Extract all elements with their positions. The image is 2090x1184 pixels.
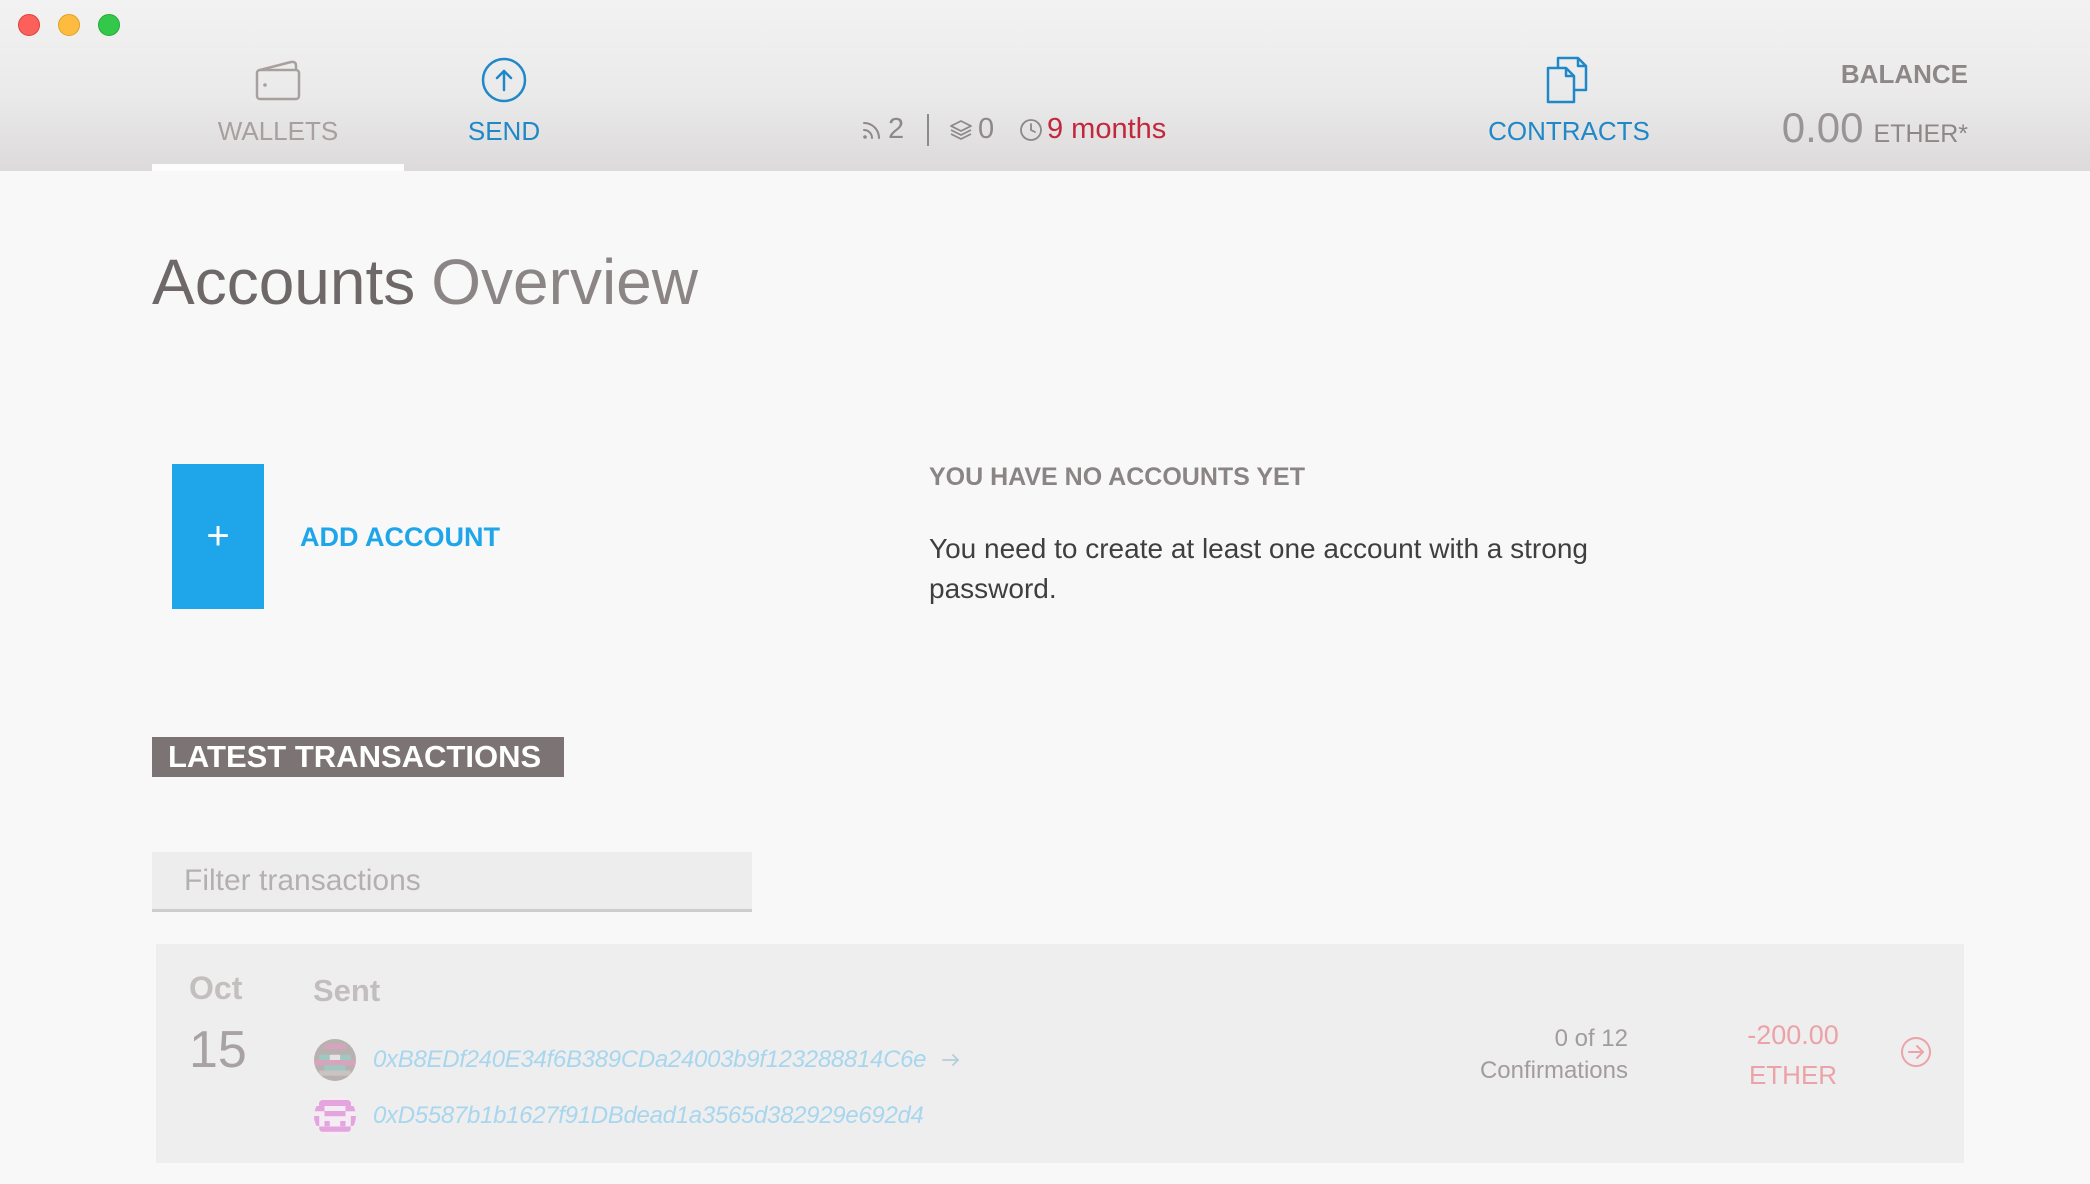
- nav-tab-wallets-label: WALLETS: [217, 116, 339, 146]
- transaction-row[interactable]: Oct 15 Sent 0xB8EDf240E34f6B389CDa24003b…: [156, 944, 1964, 1163]
- transaction-confirmations: 0 of 12 Confirmations: [1480, 1023, 1628, 1087]
- peers-icon: [863, 122, 880, 139]
- window-maximize-button[interactable]: [98, 14, 120, 36]
- to-address-link[interactable]: 0xD5587b1b1627f91DBdead1a3565d382929e692…: [373, 1101, 924, 1131]
- window-close-button[interactable]: [18, 14, 40, 36]
- nav-tab-contracts-label: CONTRACTS: [1488, 116, 1650, 146]
- no-accounts-heading: YOU HAVE NO ACCOUNTS YET: [929, 463, 1305, 491]
- no-accounts-message: You need to create at least one account …: [929, 533, 1588, 604]
- top-navigation: WALLETS SEND 2 0 9 months CONTRACTS BALA…: [0, 0, 2090, 171]
- filter-transactions-input[interactable]: [152, 852, 752, 912]
- arrow-right-icon: [942, 1054, 960, 1066]
- transaction-amount-unit: ETHER: [1748, 1060, 1838, 1090]
- layers-icon: [950, 120, 972, 140]
- peer-count: 2: [888, 113, 905, 145]
- transaction-to: 0xD5587b1b1627f91DBdead1a3565d382929e692…: [314, 1095, 924, 1137]
- nav-tab-send-label: SEND: [467, 116, 541, 146]
- transaction-amount-value: -200.00: [1747, 1020, 1839, 1050]
- confirmations-count: 0 of 12: [1554, 1025, 1628, 1052]
- transaction-from: 0xB8EDf240E34f6B389CDa24003b9f123288814C…: [314, 1039, 960, 1081]
- status-divider: [927, 114, 929, 146]
- balance-summary: BALANCE 0.00 ETHER*: [1782, 58, 1968, 164]
- to-identicon[interactable]: [314, 1095, 356, 1137]
- contracts-icon: [1546, 56, 1588, 104]
- transaction-type: Sent: [313, 973, 381, 1008]
- add-account-plus-icon: +: [172, 464, 264, 609]
- active-tab-indicator: [152, 164, 404, 171]
- page-title: Accounts Overview: [152, 250, 698, 314]
- balance-unit: ETHER*: [1873, 120, 1968, 148]
- balance-label: BALANCE: [1840, 59, 1968, 89]
- nav-tab-wallets[interactable]: WALLETS: [152, 0, 404, 171]
- from-identicon[interactable]: [314, 1039, 356, 1081]
- wallet-icon: [255, 60, 301, 101]
- nav-tab-send[interactable]: SEND: [404, 0, 604, 171]
- confirmations-label: Confirmations: [1479, 1057, 1628, 1084]
- last-block-age: 9 months: [1047, 113, 1167, 145]
- transaction-day: 15: [189, 1021, 247, 1079]
- page-title-light: Overview: [431, 246, 698, 318]
- block-count: 0: [978, 113, 995, 145]
- transaction-amount: -200.00 ETHER: [1713, 1015, 1873, 1095]
- transaction-month: Oct: [189, 970, 243, 1006]
- window-minimize-button[interactable]: [58, 14, 80, 36]
- send-icon: [481, 57, 527, 103]
- balance-amount: 0.00: [1781, 104, 1864, 151]
- clock-icon: [1020, 119, 1042, 141]
- circle-arrow-right-icon[interactable]: [1900, 1036, 1932, 1068]
- add-account-button[interactable]: + ADD ACCOUNT: [172, 464, 512, 609]
- from-address-link[interactable]: 0xB8EDf240E34f6B389CDa24003b9f123288814C…: [373, 1045, 927, 1075]
- page-title-strong: Accounts: [152, 246, 416, 318]
- add-account-label: ADD ACCOUNT: [300, 522, 500, 552]
- balance-value: 0.00 ETHER*: [1782, 102, 1968, 164]
- nav-tab-contracts[interactable]: CONTRACTS: [1469, 0, 1669, 171]
- latest-transactions-heading: LATEST TRANSACTIONS: [152, 737, 564, 777]
